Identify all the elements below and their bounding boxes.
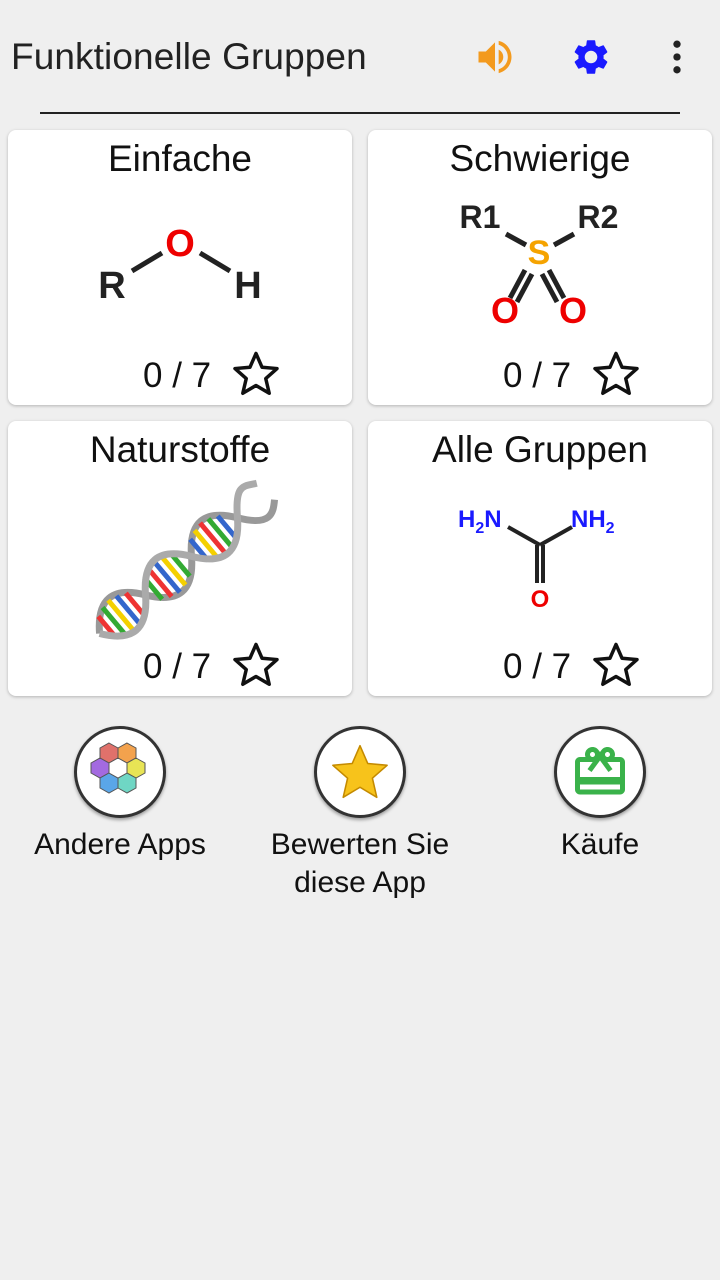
card-title: Naturstoffe: [89, 429, 271, 470]
atom-r1: R1: [460, 199, 501, 235]
more-vert-icon[interactable]: [654, 34, 700, 80]
app-title: Funktionelle Gruppen: [11, 36, 367, 77]
card-title: Einfache: [108, 138, 252, 179]
star-outline-icon: [233, 642, 279, 687]
score-text: 0 / 7: [143, 356, 212, 395]
urea-molecule-image: H2N NH2 O: [458, 506, 615, 613]
card-einfache[interactable]: Einfache R O H 0 / 7: [8, 130, 352, 405]
purchases-button[interactable]: Käufe: [480, 726, 720, 864]
score-text: 0 / 7: [143, 647, 212, 686]
other-apps-label: Andere Apps: [34, 828, 206, 861]
score-text: 0 / 7: [503, 647, 572, 686]
hexagons-icon[interactable]: [74, 726, 166, 818]
star-outline-icon: [593, 642, 639, 687]
rate-app-button[interactable]: Bewerten Sie diese App: [240, 726, 480, 902]
card-alle-gruppen[interactable]: Alle Gruppen H2N NH2 O 0 / 7: [368, 421, 712, 696]
atom-h2n: H2N: [458, 506, 502, 537]
card-naturstoffe[interactable]: Naturstoffe 0 / 7: [8, 421, 352, 696]
rate-app-label: Bewerten Sie diese App: [270, 828, 450, 899]
star-outline-icon: [233, 351, 279, 396]
gift-icon[interactable]: [554, 726, 646, 818]
card-schwierige[interactable]: Schwierige R1 R2 S O O 0 / 7: [368, 130, 712, 405]
atom-o: O: [531, 586, 550, 613]
divider: [40, 112, 680, 114]
atom-nh2: NH2: [571, 506, 615, 537]
card-title: Schwierige: [449, 138, 631, 179]
speaker-icon[interactable]: [472, 34, 518, 80]
app-bar: Funktionelle Gruppen: [0, 0, 720, 112]
atom-r: R: [98, 265, 125, 307]
atom-s: S: [528, 234, 551, 272]
other-apps-button[interactable]: Andere Apps: [0, 726, 240, 864]
star-icon[interactable]: [314, 726, 406, 818]
sulfone-molecule-image: R1 R2 S O O: [460, 199, 619, 331]
atom-o: O: [165, 223, 195, 265]
alcohol-molecule-image: R O H: [98, 223, 261, 307]
atom-h: H: [234, 265, 261, 307]
card-title: Alle Gruppen: [432, 429, 648, 470]
atom-o-right: O: [559, 290, 587, 331]
star-outline-icon: [593, 351, 639, 396]
purchases-label: Käufe: [560, 828, 640, 861]
gear-icon[interactable]: [568, 34, 614, 80]
atom-r2: R2: [578, 199, 619, 235]
dna-helix-image: [95, 479, 279, 640]
atom-o-left: O: [491, 290, 519, 331]
score-text: 0 / 7: [503, 356, 572, 395]
